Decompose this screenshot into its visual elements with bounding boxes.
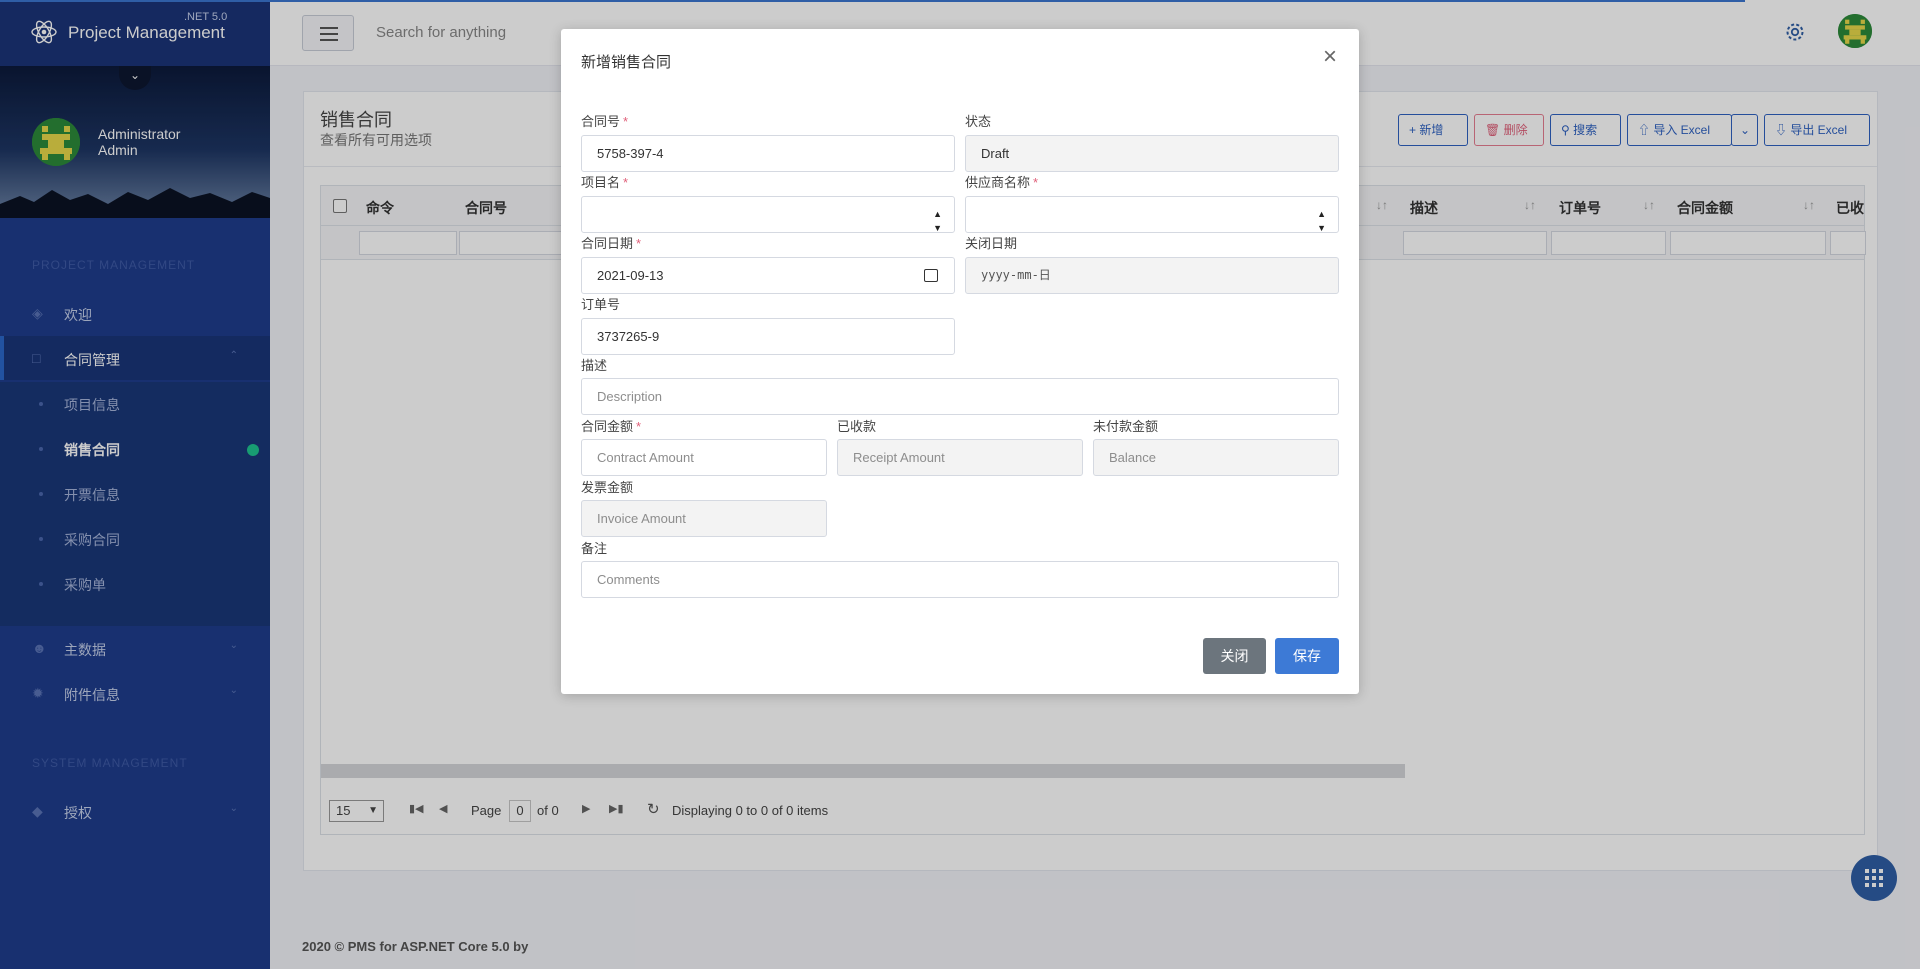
receipt-amount-label: 已收款 bbox=[837, 419, 877, 434]
contract-date-input[interactable]: 2021-09-13 bbox=[581, 257, 955, 294]
close-icon[interactable]: × bbox=[1323, 45, 1337, 69]
contract-date-value: 2021-09-13 bbox=[597, 268, 664, 283]
description-input[interactable]: Description bbox=[581, 378, 1339, 415]
order-no-input[interactable]: 3737265-9 bbox=[581, 318, 955, 355]
invoice-amount-input: Invoice Amount bbox=[581, 500, 827, 537]
project-label: 项目名 * bbox=[581, 175, 629, 190]
dialog-title: 新增销售合同 bbox=[581, 54, 672, 71]
close-date-label: 关闭日期 bbox=[965, 236, 1018, 251]
supplier-label: 供应商名称 * bbox=[965, 175, 1039, 190]
save-button[interactable]: 保存 bbox=[1275, 638, 1339, 674]
close-button[interactable]: 关闭 bbox=[1203, 638, 1266, 674]
invoice-amount-label: 发票金额 bbox=[581, 480, 634, 495]
calendar-icon[interactable] bbox=[924, 269, 938, 282]
add-sales-contract-dialog: 新增销售合同 × 合同号 * 5758-397-4 状态 Draft 项目名 * ▲… bbox=[561, 29, 1359, 694]
project-select[interactable]: ▲ ▼ bbox=[581, 196, 955, 233]
receipt-amount-input: Receipt Amount bbox=[837, 439, 1083, 476]
contract-amount-input[interactable]: Contract Amount bbox=[581, 439, 827, 476]
contract-no-input[interactable]: 5758-397-4 bbox=[581, 135, 955, 172]
comments-label: 备注 bbox=[581, 541, 608, 556]
description-label: 描述 bbox=[581, 358, 608, 373]
order-no-label: 订单号 bbox=[581, 297, 621, 312]
comments-input[interactable]: Comments bbox=[581, 561, 1339, 598]
contract-amount-label: 合同金额 * bbox=[581, 419, 642, 434]
close-date-input: yyyy-mm-日 bbox=[965, 257, 1339, 294]
select-arrows-icon: ▲ ▼ bbox=[1317, 209, 1326, 233]
status-input: Draft bbox=[965, 135, 1339, 172]
select-arrows-icon: ▲ ▼ bbox=[933, 209, 942, 233]
supplier-select[interactable]: ▲ ▼ bbox=[965, 196, 1339, 233]
balance-input: Balance bbox=[1093, 439, 1339, 476]
status-label: 状态 bbox=[965, 114, 992, 129]
contract-date-label: 合同日期 * bbox=[581, 236, 642, 251]
loading-progress-bar bbox=[0, 0, 1745, 2]
contract-no-label: 合同号 * bbox=[581, 114, 629, 129]
balance-label: 未付款金额 bbox=[1093, 419, 1159, 434]
